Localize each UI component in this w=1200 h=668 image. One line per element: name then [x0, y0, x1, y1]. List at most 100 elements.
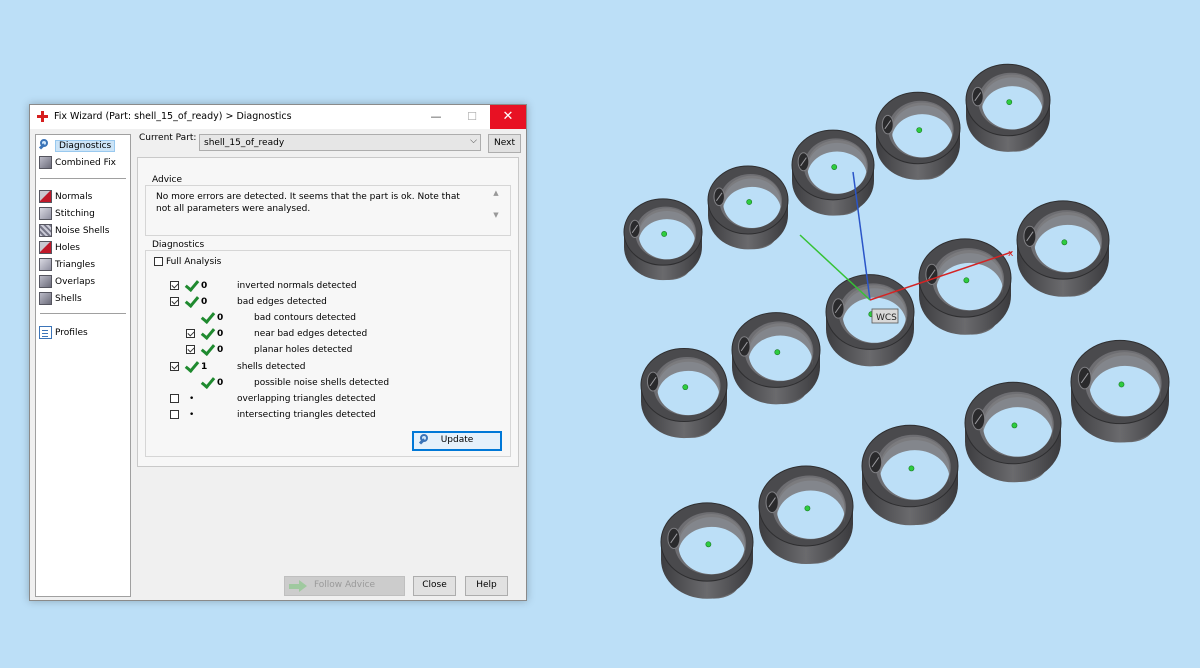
bad-edges-checkbox[interactable]	[170, 297, 179, 306]
near-bad-edges-checkbox[interactable]	[186, 329, 195, 338]
triangles-icon	[39, 258, 52, 271]
arrow-right-icon	[289, 580, 309, 592]
holes-icon	[39, 241, 52, 254]
update-label: Update	[440, 435, 474, 445]
check-icon	[200, 376, 214, 390]
diagnostics-title: Diagnostics	[150, 240, 207, 250]
maximize-button[interactable]: ☐	[454, 105, 490, 129]
shells-checkbox[interactable]	[170, 362, 179, 371]
cube-icon	[39, 156, 52, 169]
ring-model[interactable]	[1070, 339, 1170, 443]
overlapping-triangles-value: •	[189, 394, 195, 404]
intersecting-triangles-checkbox[interactable]	[170, 410, 179, 419]
close-window-button[interactable]: ✕	[490, 105, 526, 129]
nav-label-normals: Normals	[55, 191, 93, 202]
ring-model[interactable]	[623, 198, 703, 281]
svg-text:x: x	[1008, 249, 1014, 259]
app-cross-icon	[37, 111, 48, 122]
ring-model[interactable]	[1016, 200, 1110, 297]
normals-cube-icon	[39, 190, 52, 203]
nav-item-triangles[interactable]: Triangles	[39, 257, 95, 272]
intersecting-triangles-value: •	[189, 410, 195, 420]
close-button[interactable]: Close	[413, 576, 456, 596]
nav-item-stitching[interactable]: Stitching	[39, 206, 95, 221]
wcs-label: WCS	[876, 313, 897, 323]
nav-item-profiles[interactable]: Profiles	[39, 325, 88, 340]
window-title: Fix Wizard (Part: shell_15_of_ready) > D…	[54, 111, 292, 122]
ring-model[interactable]	[861, 424, 959, 526]
shells-label: shells detected	[237, 362, 306, 372]
current-part-value: shell_15_of_ready	[204, 138, 285, 148]
next-button[interactable]: Next	[488, 134, 521, 153]
nav-item-combined-fix[interactable]: Combined Fix	[39, 155, 116, 170]
ring-model[interactable]	[875, 91, 961, 180]
near-bad-edges-count: 0	[217, 329, 224, 339]
current-part-select[interactable]: shell_15_of_ready ⌵	[199, 134, 481, 151]
nav-item-overlaps[interactable]: Overlaps	[39, 274, 95, 289]
ring-model[interactable]	[825, 274, 915, 367]
shells-count: 1	[201, 362, 208, 372]
nav-item-diagnostics[interactable]: Diagnostics	[38, 138, 116, 153]
planar-holes-checkbox[interactable]	[186, 345, 195, 354]
nav-label-diagnostics: Diagnostics	[55, 139, 116, 152]
update-button[interactable]: Update	[412, 431, 502, 451]
nav-divider	[40, 178, 126, 179]
ring-model[interactable]	[660, 502, 754, 599]
nav-label-holes: Holes	[55, 242, 81, 253]
profiles-icon	[39, 326, 52, 339]
nav-label-overlaps: Overlaps	[55, 276, 96, 287]
ring-model[interactable]	[918, 238, 1012, 335]
noise-shells-label: possible noise shells detected	[254, 378, 390, 388]
help-button[interactable]: Help	[465, 576, 508, 596]
ring-model[interactable]	[707, 165, 789, 250]
wizard-nav: Diagnostics Combined Fix Normals Stitchi…	[35, 134, 131, 597]
nav-divider	[40, 313, 126, 314]
bad-contours-count: 0	[217, 313, 224, 323]
ring-model[interactable]	[791, 129, 875, 216]
full-analysis-checkbox[interactable]	[154, 257, 163, 266]
noise-shells-icon	[39, 224, 52, 237]
intersecting-triangles-label: intersecting triangles detected	[237, 410, 376, 420]
advice-scrollbar[interactable]: ▲ ▼	[491, 189, 501, 229]
current-part-label: Current Part:	[139, 133, 197, 143]
inverted-normals-checkbox[interactable]	[170, 281, 179, 290]
planar-holes-count: 0	[217, 345, 224, 355]
shells-icon	[39, 292, 52, 305]
nav-label-profiles: Profiles	[55, 327, 88, 338]
ring-model[interactable]	[640, 347, 728, 439]
bad-contours-label: bad contours detected	[254, 313, 356, 323]
overlapping-triangles-label: overlapping triangles detected	[237, 394, 376, 404]
ring-model[interactable]	[731, 312, 821, 405]
nav-label-triangles: Triangles	[55, 259, 96, 270]
nav-item-holes[interactable]: Holes	[39, 240, 80, 255]
chevron-down-icon: ⌵	[470, 136, 477, 146]
nav-label-noise-shells: Noise Shells	[55, 225, 110, 236]
bad-edges-label: bad edges detected	[237, 297, 327, 307]
nav-item-shells[interactable]: Shells	[39, 291, 82, 306]
planar-holes-label: planar holes detected	[254, 345, 353, 355]
nav-label-combined-fix: Combined Fix	[55, 157, 116, 168]
ring-model[interactable]	[758, 465, 854, 565]
minimize-button[interactable]: —	[418, 105, 454, 129]
check-icon	[200, 311, 214, 325]
nav-label-shells: Shells	[55, 293, 82, 304]
inverted-normals-count: 0	[201, 281, 208, 291]
overlaps-icon	[39, 275, 52, 288]
stitching-icon	[39, 207, 52, 220]
nav-item-normals[interactable]: Normals	[39, 189, 92, 204]
check-icon	[184, 360, 198, 374]
near-bad-edges-label: near bad edges detected	[254, 329, 368, 339]
nav-item-noise-shells[interactable]: Noise Shells	[39, 223, 109, 238]
inverted-normals-label: inverted normals detected	[237, 281, 357, 291]
follow-advice-button: Follow Advice	[284, 576, 405, 596]
title-bar[interactable]: Fix Wizard (Part: shell_15_of_ready) > D…	[30, 105, 526, 129]
overlapping-triangles-checkbox[interactable]	[170, 394, 179, 403]
ring-model[interactable]	[964, 381, 1062, 483]
check-icon	[200, 327, 214, 341]
full-analysis-label: Full Analysis	[166, 257, 222, 267]
ring-model[interactable]	[965, 63, 1051, 152]
check-icon	[184, 279, 198, 293]
bad-edges-count: 0	[201, 297, 208, 307]
check-icon	[184, 295, 198, 309]
advice-text: No more errors are detected. It seems th…	[156, 192, 460, 214]
